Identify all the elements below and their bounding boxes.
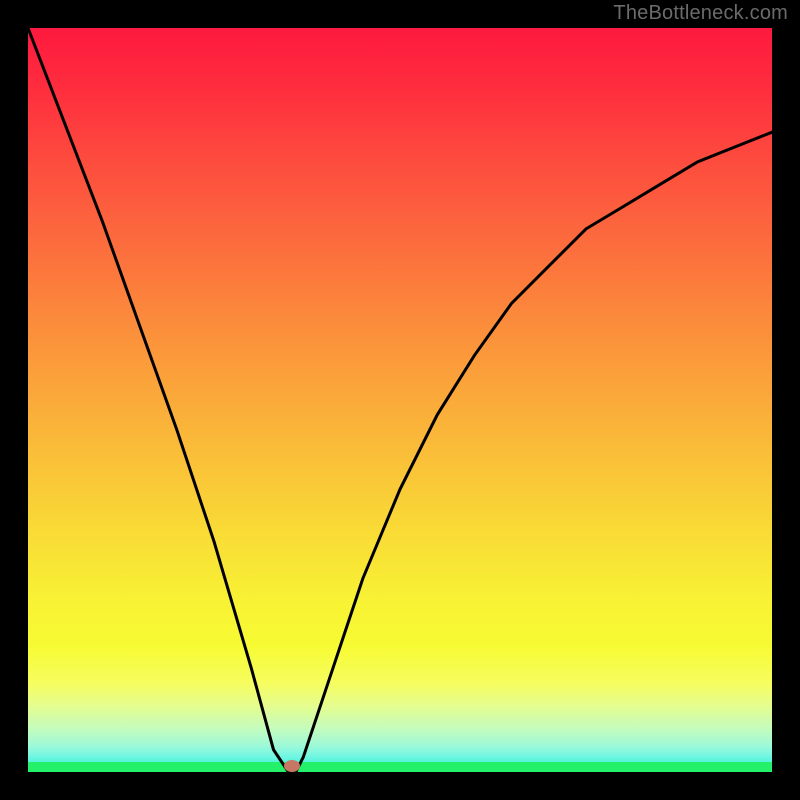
optimum-marker	[284, 760, 300, 772]
plot-area	[28, 28, 772, 772]
curve-svg	[28, 28, 772, 772]
watermark-text: TheBottleneck.com	[613, 2, 788, 25]
chart-container: TheBottleneck.com	[0, 0, 800, 800]
bottleneck-curve	[28, 28, 772, 772]
